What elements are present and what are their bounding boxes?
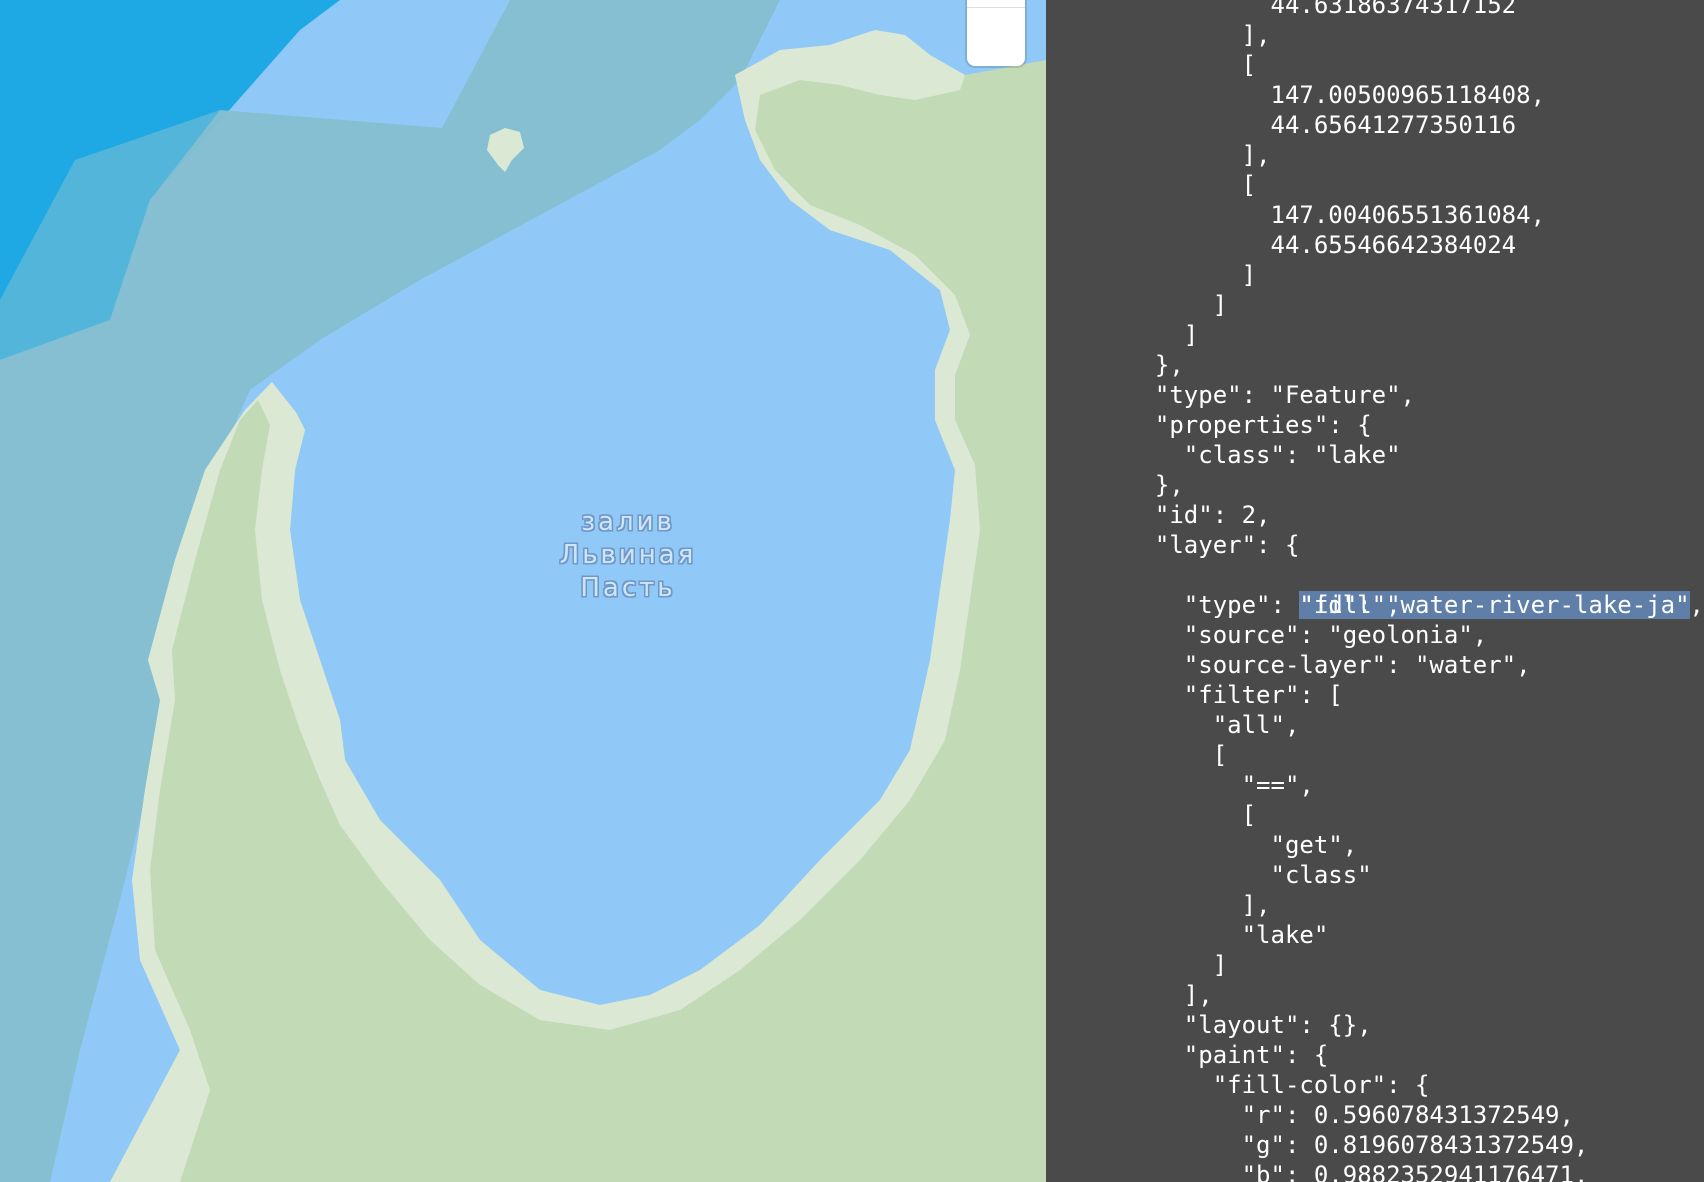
json-line: "paint": {	[1126, 1041, 1329, 1069]
json-line: ],	[1126, 21, 1271, 49]
json-line: "==",	[1126, 771, 1314, 799]
json-line: 44.63186374317152	[1126, 0, 1517, 19]
json-line: "type": "fill",	[1126, 591, 1401, 619]
json-line: ]	[1126, 291, 1228, 319]
json-line: "get",	[1126, 831, 1358, 859]
json-line: "all",	[1126, 711, 1300, 739]
json-line: 44.65641277350116	[1126, 111, 1517, 139]
json-line: "lake"	[1126, 921, 1329, 949]
json-line: ]	[1126, 261, 1257, 289]
json-line: [	[1126, 171, 1257, 199]
json-line: "source-layer": "water",	[1126, 651, 1531, 679]
json-trailing-comma: ,	[1689, 591, 1704, 619]
json-line: 147.00500965118408,	[1126, 81, 1546, 109]
json-line: "id": 2,	[1126, 501, 1271, 529]
json-line: 147.00406551361084,	[1126, 201, 1546, 229]
bay-label-line-3: Пасть	[580, 573, 676, 603]
json-highlighted-line: "id": "water-river-lake-ja",	[1126, 560, 1704, 619]
json-line: "class": "lake"	[1126, 441, 1401, 469]
map-navigation-control	[967, 0, 1025, 66]
compass-icon[interactable]	[967, 0, 1046, 1168]
json-line: ],	[1126, 141, 1271, 169]
json-line: "g": 0.8196078431372549,	[1126, 1131, 1589, 1159]
json-line: "type": "Feature",	[1126, 381, 1415, 409]
json-line: ],	[1126, 981, 1213, 1009]
json-line: [	[1126, 51, 1257, 79]
json-line: [	[1126, 801, 1257, 829]
json-line: },	[1126, 471, 1184, 499]
json-line: ]	[1126, 321, 1199, 349]
json-line: 44.65546642384024	[1126, 231, 1517, 259]
json-line: },	[1126, 351, 1184, 379]
json-line: "source": "geolonia",	[1126, 621, 1488, 649]
app-root: залив Львиная Пасть 44.63186374317152 ],…	[0, 0, 1704, 1182]
bay-label-line-1: залив	[581, 507, 675, 537]
json-line: "filter": [	[1126, 681, 1343, 709]
json-line: "class"	[1126, 861, 1372, 889]
bay-label: залив Львиная Пасть	[528, 506, 728, 605]
json-line: "properties": {	[1126, 411, 1372, 439]
json-line: ]	[1126, 951, 1228, 979]
json-line: "layout": {},	[1126, 1011, 1372, 1039]
map-graphics	[0, 0, 1046, 1182]
feature-json-panel: 44.63186374317152 ], [ 147.0050096511840…	[1046, 0, 1704, 1182]
map-canvas[interactable]: залив Львиная Пасть	[0, 0, 1046, 1182]
json-line: [	[1126, 741, 1228, 769]
json-line: "layer": {	[1126, 531, 1300, 559]
json-line: "r": 0.596078431372549,	[1126, 1101, 1574, 1129]
json-line: "fill-color": {	[1126, 1071, 1430, 1099]
bay-label-line-2: Львиная	[559, 540, 697, 570]
json-line: "b": 0.9882352941176471,	[1126, 1161, 1589, 1182]
json-line: ],	[1126, 891, 1271, 919]
